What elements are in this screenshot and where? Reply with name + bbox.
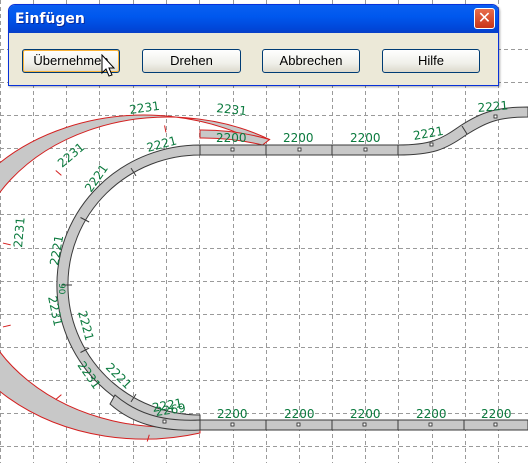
label-lower-s3: 2200 (350, 407, 381, 421)
label-small-90: 90 (56, 283, 66, 295)
label-upper-s3: 2200 (350, 131, 381, 145)
rotate-button[interactable]: Drehen (142, 49, 241, 73)
label-sel-left-2: 2231 (11, 217, 28, 249)
help-button[interactable]: Hilfe (382, 49, 480, 73)
label-lower-s5: 2200 (481, 407, 512, 421)
close-icon: ✕ (477, 8, 492, 27)
dialog-title: Einfügen (15, 11, 85, 27)
cancel-button[interactable]: Abbrechen (262, 49, 360, 73)
label-upper-s1: 2200 (216, 131, 247, 145)
label-upper-c2: 2221 (477, 98, 509, 115)
label-lower-s2: 2200 (284, 407, 315, 421)
label-upper-s2: 2200 (283, 131, 314, 145)
label-lower-s4: 2200 (416, 407, 447, 421)
label-sel-top-1: 2231 (128, 99, 160, 117)
close-button[interactable]: ✕ (474, 8, 495, 29)
label-sel-left-1: 2231 (55, 140, 87, 170)
mouse-cursor-icon (101, 54, 116, 77)
dialog-titlebar[interactable]: Einfügen ✕ (9, 5, 498, 33)
insert-dialog: Einfügen ✕ Übernehmen Drehen Abbrechen H… (8, 4, 499, 86)
label-lower-s1: 2200 (217, 407, 248, 421)
